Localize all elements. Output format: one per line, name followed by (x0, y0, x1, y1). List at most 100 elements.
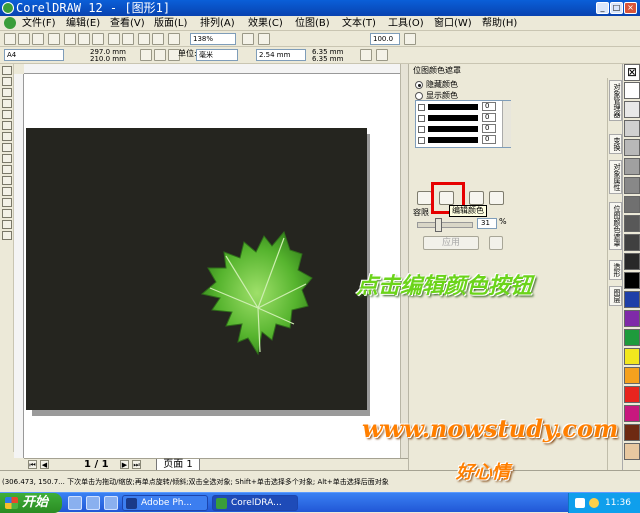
menu-tools[interactable]: 工具(O) (388, 17, 424, 30)
interactive-blend-icon[interactable] (2, 187, 12, 196)
palette-swatch[interactable] (624, 253, 640, 270)
color-selector-icon[interactable] (417, 191, 432, 205)
quick-launch-ie-icon[interactable] (68, 496, 82, 510)
palette-swatch[interactable] (624, 310, 640, 327)
menu-edit[interactable]: 编辑(E) (66, 17, 100, 30)
last-page-icon[interactable]: ⏭ (132, 460, 141, 469)
tolerance-value-field[interactable]: 31 (477, 218, 497, 229)
input-method-icon[interactable] (575, 498, 585, 508)
guidelines-icon[interactable] (376, 49, 388, 61)
minimize-button[interactable]: _ (596, 2, 609, 14)
palette-swatch[interactable] (624, 348, 640, 365)
list-item[interactable]: 0 (418, 102, 498, 112)
fill-tool-icon[interactable] (2, 220, 12, 229)
copy-icon[interactable] (78, 33, 90, 45)
list-item[interactable]: 0 (418, 113, 498, 123)
vertical-scrollbar[interactable] (400, 64, 408, 458)
color-mask-list[interactable]: 0 0 0 0 (415, 100, 511, 148)
remove-mask-icon[interactable] (489, 236, 503, 250)
ellipse-tool-icon[interactable] (2, 143, 12, 152)
palette-swatch[interactable] (624, 329, 640, 346)
tab-bitmap-color-mask[interactable]: 位图颜色遮罩 (609, 202, 622, 250)
palette-swatch[interactable] (624, 177, 640, 194)
first-page-icon[interactable]: ⏮ (28, 460, 37, 469)
menu-arrange[interactable]: 排列(A) (200, 17, 235, 30)
palette-swatch[interactable] (624, 405, 640, 422)
no-color-swatch[interactable]: ⊠ (624, 64, 640, 81)
pick-tool-icon[interactable] (2, 66, 12, 75)
basic-shapes-icon[interactable] (2, 165, 12, 174)
palette-swatch[interactable] (624, 443, 640, 460)
quick-launch-media-icon[interactable] (104, 496, 118, 510)
menu-help[interactable]: 帮助(H) (482, 17, 517, 30)
hide-colors-radio[interactable] (415, 81, 423, 89)
apply-button[interactable]: 应用 (423, 236, 479, 250)
cut-icon[interactable] (64, 33, 76, 45)
tab-layers[interactable]: 图层 (609, 286, 622, 306)
redo-icon[interactable] (122, 33, 134, 45)
duplicate-y-field[interactable]: 6.35 mm (312, 54, 343, 64)
palette-swatch[interactable] (624, 234, 640, 251)
new-icon[interactable] (4, 33, 16, 45)
color-checkbox[interactable] (418, 115, 425, 122)
leaf-bitmap[interactable] (198, 228, 316, 356)
outline-tool-icon[interactable] (2, 209, 12, 218)
menu-file[interactable]: 文件(F) (22, 17, 56, 30)
import-icon[interactable] (138, 33, 150, 45)
grid-icon[interactable] (360, 49, 372, 61)
show-colors-radio[interactable] (415, 92, 423, 100)
tolerance-slider[interactable] (417, 222, 473, 228)
menu-effects[interactable]: 效果(C) (248, 17, 283, 30)
next-page-icon[interactable]: ▶ (120, 460, 129, 469)
palette-swatch[interactable] (624, 101, 640, 118)
tab-object-properties[interactable]: 对象属性 (609, 160, 622, 194)
list-scrollbar[interactable] (502, 101, 511, 147)
interactive-fill-icon[interactable] (2, 231, 12, 240)
nudge-field[interactable]: 2.54 mm (256, 49, 306, 61)
landscape-icon[interactable] (154, 49, 166, 61)
paste-icon[interactable] (92, 33, 104, 45)
tab-transform[interactable]: 变换 (609, 134, 622, 154)
maximize-button[interactable]: □ (610, 2, 623, 14)
palette-swatch[interactable] (624, 272, 640, 289)
list-item[interactable]: 0 (418, 135, 498, 145)
palette-swatch[interactable] (624, 386, 640, 403)
horizontal-ruler[interactable] (24, 64, 400, 74)
palette-swatch[interactable] (624, 291, 640, 308)
palette-swatch[interactable] (624, 215, 640, 232)
color-checkbox[interactable] (418, 137, 425, 144)
palette-swatch[interactable] (624, 367, 640, 384)
paper-type-select[interactable]: A4 (4, 49, 64, 61)
options-icon[interactable] (404, 33, 416, 45)
crop-tool-icon[interactable] (2, 88, 12, 97)
page-height-field[interactable]: 210.0 mm (90, 54, 126, 64)
portrait-icon[interactable] (140, 49, 152, 61)
app-launcher-icon[interactable] (168, 33, 180, 45)
open-mask-icon[interactable] (469, 191, 484, 205)
color-checkbox[interactable] (418, 104, 425, 111)
tab-shaping[interactable]: 造形 (609, 260, 622, 280)
prev-page-icon[interactable]: ◀ (40, 460, 49, 469)
palette-swatch[interactable] (624, 82, 640, 99)
palette-swatch[interactable] (624, 158, 640, 175)
polygon-tool-icon[interactable] (2, 154, 12, 163)
export-icon[interactable] (152, 33, 164, 45)
smart-fill-icon[interactable] (2, 121, 12, 130)
doc-menu-icon[interactable] (4, 17, 16, 29)
text-tool-icon[interactable] (2, 176, 12, 185)
undo-icon[interactable] (108, 33, 120, 45)
tolerance-slider-thumb[interactable] (435, 218, 442, 232)
zoom-tool-icon[interactable] (2, 99, 12, 108)
palette-swatch[interactable] (624, 120, 640, 137)
menu-window[interactable]: 窗口(W) (434, 17, 472, 30)
zoom-level-field[interactable]: 138% (190, 33, 236, 45)
taskbar-item-coreldraw[interactable]: CorelDRA... (212, 495, 298, 511)
save-mask-icon[interactable] (489, 191, 504, 205)
palette-swatch[interactable] (624, 424, 640, 441)
palette-swatch[interactable] (624, 196, 640, 213)
volume-icon[interactable] (589, 498, 599, 508)
print-icon[interactable] (48, 33, 60, 45)
close-button[interactable]: × (624, 2, 637, 14)
zoom-percent-field[interactable]: 100.0 (370, 33, 400, 45)
menu-layout[interactable]: 版面(L) (154, 17, 187, 30)
